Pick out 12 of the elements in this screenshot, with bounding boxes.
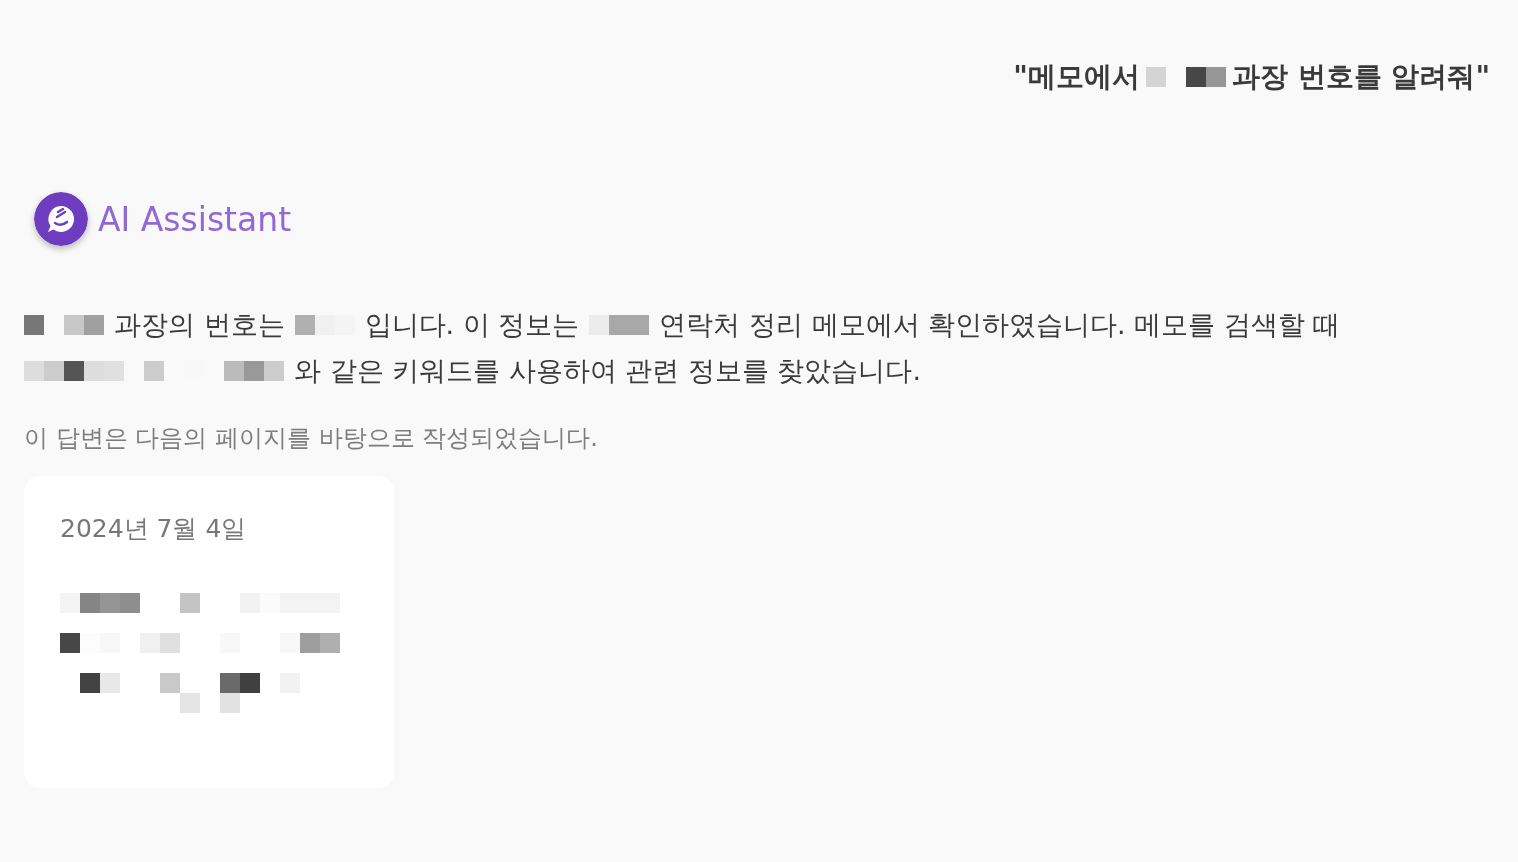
answer-text: 와 같은 키워드를 사용하여 관련 정보를 찾았습니다. bbox=[294, 354, 922, 388]
answer-text: 입니다. 이 정보는 bbox=[364, 308, 580, 342]
source-card[interactable]: 2024년 7월 4일 bbox=[24, 476, 394, 788]
question-text: 과장 번호를 알려줘" bbox=[1231, 59, 1490, 95]
answer-text: 과장의 번호는 bbox=[114, 308, 285, 342]
chat-bubble-icon bbox=[34, 192, 88, 246]
card-date: 2024년 7월 4일 bbox=[60, 513, 247, 545]
question-text: "메모에서 bbox=[1013, 59, 1140, 95]
sources-caption: 이 답변은 다음의 페이지를 바탕으로 작성되었습니다. bbox=[24, 423, 598, 454]
answer-text: 연락처 정리 메모에서 확인하였습니다. 메모를 검색할 때 bbox=[659, 308, 1341, 342]
pixelated-text-drawing bbox=[589, 315, 650, 335]
assistant-name: AI Assistant bbox=[98, 199, 292, 239]
